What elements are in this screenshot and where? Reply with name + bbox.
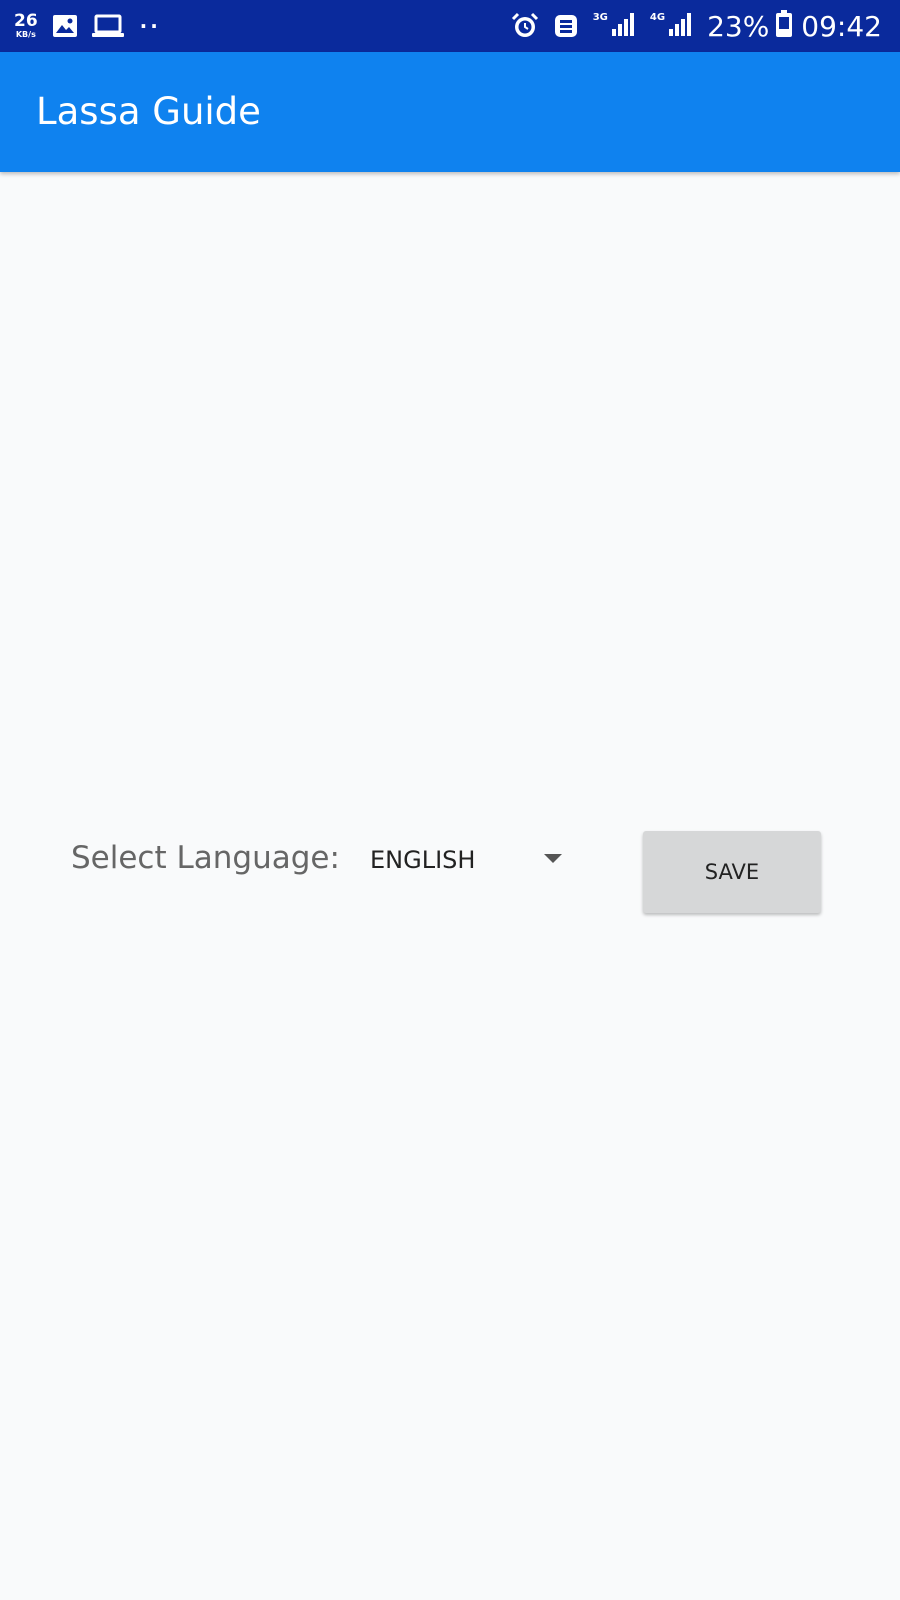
sim1-network-type: 3G	[592, 12, 608, 23]
laptop-icon	[91, 14, 124, 38]
more-notifications-icon: ··	[139, 14, 161, 38]
status-bar: 26 KB/s ·· 3G 4G 23% 09:42	[0, 0, 900, 52]
network-speed-indicator: 26 KB/s	[14, 13, 38, 39]
clock: 09:42	[801, 9, 882, 43]
select-language-label: Select Language:	[71, 840, 340, 876]
language-dropdown[interactable]: ENGLISH	[370, 840, 580, 880]
app-bar: Lassa Guide	[0, 52, 900, 172]
alarm-icon	[511, 12, 539, 40]
status-bar-right: 3G 4G 23% 09:42	[511, 0, 882, 52]
save-button[interactable]: SAVE	[643, 831, 821, 913]
status-bar-left: 26 KB/s ··	[14, 0, 161, 52]
signal-strength-icon	[610, 11, 636, 41]
network-speed-value: 26	[14, 11, 38, 31]
network-speed-unit: KB/s	[15, 30, 36, 39]
image-icon	[52, 14, 78, 38]
sim2-network-type: 4G	[649, 12, 666, 23]
main-content: Select Language: ENGLISH SAVE	[0, 172, 900, 1600]
dropdown-arrow-icon	[544, 854, 562, 863]
app-title: Lassa Guide	[36, 90, 261, 133]
data-saver-icon	[553, 13, 579, 39]
battery-percent: 23%	[707, 9, 770, 43]
signal-strength-icon	[667, 11, 693, 41]
battery-icon	[775, 10, 793, 42]
selected-language: ENGLISH	[370, 846, 476, 874]
